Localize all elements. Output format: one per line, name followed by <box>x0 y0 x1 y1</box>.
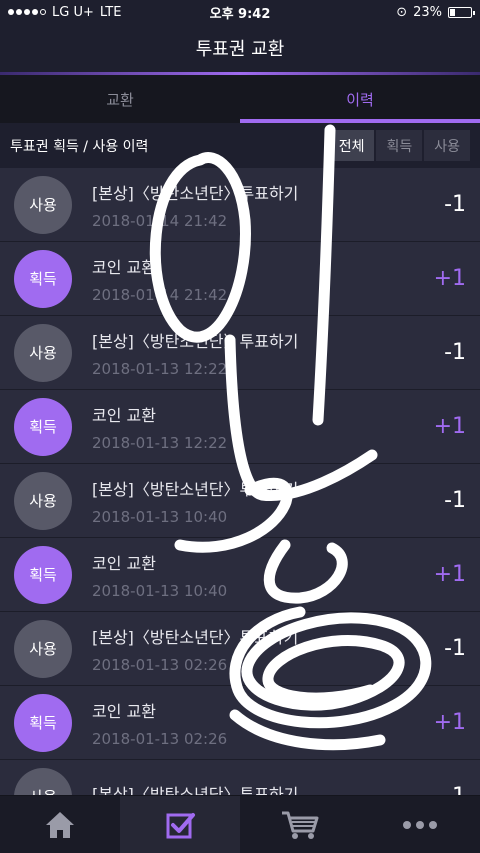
battery-icon <box>448 6 475 18</box>
more-icon <box>403 820 437 829</box>
item-date: 2018-01-13 10:40 <box>92 581 228 600</box>
item-title: [본상]〈방탄소년단〉투표하기 <box>92 183 299 203</box>
nav-cart-button[interactable] <box>240 796 360 853</box>
badge-use: 사용 <box>14 471 72 530</box>
item-amount: -1 <box>444 488 466 513</box>
item-date: 2018-01-14 21:42 <box>92 211 228 230</box>
vote-check-icon <box>166 812 195 838</box>
badge-use: 사용 <box>14 323 72 382</box>
network-type: LTE <box>99 4 122 20</box>
item-amount: -1 <box>444 340 466 365</box>
item-title: 코인 교환 <box>92 257 156 277</box>
item-title: [본상]〈방탄소년단〉투표하기 <box>92 627 299 647</box>
item-date: 2018-01-13 02:26 <box>92 655 228 674</box>
orientation-lock-icon: ⊙ <box>396 4 408 20</box>
item-amount: +1 <box>433 414 466 439</box>
bottom-navigation <box>0 795 480 853</box>
item-amount: -1 <box>444 636 466 661</box>
tab-bar: 교환 이력 <box>0 75 480 123</box>
filter-gain-button[interactable]: 획득 <box>376 130 423 161</box>
item-date: 2018-01-13 12:22 <box>92 359 228 378</box>
list-item[interactable]: 획득 코인 교환 2018-01-13 10:40 +1 <box>0 538 480 612</box>
item-title: 코인 교환 <box>92 553 156 573</box>
item-date: 2018-01-13 12:22 <box>92 433 228 452</box>
tab-exchange[interactable]: 교환 <box>0 75 240 123</box>
section-title: 투표권 획득 / 사용 이력 <box>10 138 149 155</box>
badge-use: 사용 <box>14 175 72 234</box>
filter-all-button[interactable]: 전체 <box>328 130 375 161</box>
badge-gain: 획득 <box>14 249 72 308</box>
badge-gain: 획득 <box>14 397 72 456</box>
item-title: 코인 교환 <box>92 405 156 425</box>
nav-vote-button[interactable] <box>120 796 240 853</box>
home-icon <box>46 811 74 838</box>
nav-more-button[interactable] <box>360 796 480 853</box>
history-list: 사용 [본상]〈방탄소년단〉투표하기 2018-01-14 21:42 -1 획… <box>0 168 480 834</box>
nav-home-button[interactable] <box>0 796 120 853</box>
item-amount: +1 <box>433 266 466 291</box>
list-item[interactable]: 획득 코인 교환 2018-01-13 12:22 +1 <box>0 390 480 464</box>
filter-use-button[interactable]: 사용 <box>424 130 470 161</box>
history-section-header: 투표권 획득 / 사용 이력 전체 획득 사용 <box>0 123 480 168</box>
list-item[interactable]: 획득 코인 교환 2018-01-13 02:26 +1 <box>0 686 480 760</box>
tab-history[interactable]: 이력 <box>240 75 480 123</box>
item-amount: -1 <box>444 192 466 217</box>
signal-strength-icon <box>8 9 46 15</box>
item-amount: +1 <box>433 710 466 735</box>
badge-gain: 획득 <box>14 545 72 604</box>
page-title: 투표권 교환 <box>0 24 480 72</box>
carrier-name: LG U+ <box>52 4 94 20</box>
status-bar: LG U+ LTE 오후 9:42 ⊙ 23% <box>0 0 480 24</box>
list-item[interactable]: 사용 [본상]〈방탄소년단〉투표하기 2018-01-14 21:42 -1 <box>0 168 480 242</box>
filter-group: 전체 획득 사용 <box>328 130 470 161</box>
item-date: 2018-01-14 21:42 <box>92 285 228 304</box>
list-item[interactable]: 사용 [본상]〈방탄소년단〉투표하기 2018-01-13 02:26 -1 <box>0 612 480 686</box>
badge-use: 사용 <box>14 619 72 678</box>
list-item[interactable]: 사용 [본상]〈방탄소년단〉투표하기 2018-01-13 12:22 -1 <box>0 316 480 390</box>
item-date: 2018-01-13 10:40 <box>92 507 228 526</box>
list-item[interactable]: 획득 코인 교환 2018-01-14 21:42 +1 <box>0 242 480 316</box>
item-title: [본상]〈방탄소년단〉투표하기 <box>92 479 299 499</box>
battery-percent: 23% <box>413 4 442 20</box>
item-title: [본상]〈방탄소년단〉투표하기 <box>92 331 299 351</box>
item-amount: +1 <box>433 562 466 587</box>
item-date: 2018-01-13 02:26 <box>92 729 228 748</box>
badge-gain: 획득 <box>14 693 72 752</box>
item-title: 코인 교환 <box>92 701 156 721</box>
list-item[interactable]: 사용 [본상]〈방탄소년단〉투표하기 2018-01-13 10:40 -1 <box>0 464 480 538</box>
cart-icon <box>282 811 319 839</box>
